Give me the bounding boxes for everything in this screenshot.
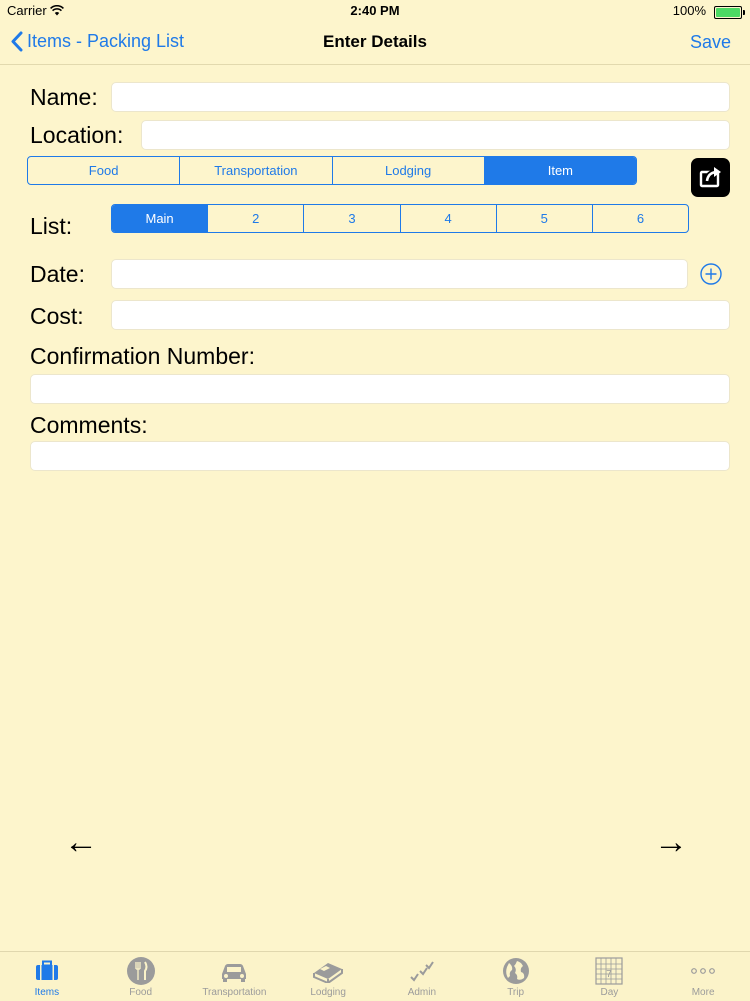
tab-label: Transportation — [202, 987, 267, 998]
previous-arrow-button[interactable]: ← — [64, 823, 98, 862]
car-icon — [219, 956, 249, 986]
list-segmented-control: Main 2 3 4 5 6 — [111, 204, 689, 233]
share-icon — [699, 167, 721, 188]
list-segment-3[interactable]: 3 — [303, 205, 399, 232]
category-segment-item[interactable]: Item — [483, 157, 636, 184]
tab-lodging[interactable]: Lodging — [281, 952, 375, 1001]
globe-icon — [501, 956, 531, 986]
tab-label: Trip — [507, 987, 525, 998]
add-date-button[interactable] — [700, 263, 722, 285]
fork-knife-icon — [126, 956, 156, 986]
bed-icon — [312, 956, 344, 986]
tab-day[interactable]: 7 Day — [563, 952, 657, 1001]
svg-text:7: 7 — [607, 969, 613, 980]
save-button[interactable]: Save — [690, 32, 731, 53]
tab-trip[interactable]: Trip — [469, 952, 563, 1001]
name-field[interactable] — [111, 82, 730, 112]
name-label: Name: — [30, 84, 98, 110]
navigation-bar: Items - Packing List Enter Details Save — [0, 22, 750, 65]
confirmation-number-field[interactable] — [30, 374, 730, 404]
battery-icon — [714, 6, 745, 19]
list-segment-5[interactable]: 5 — [495, 205, 592, 232]
category-segment-food[interactable]: Food — [28, 157, 179, 184]
category-segment-lodging[interactable]: Lodging — [331, 157, 484, 184]
tab-admin[interactable]: Admin — [375, 952, 469, 1001]
tab-food[interactable]: Food — [94, 952, 188, 1001]
checkmarks-icon — [408, 956, 436, 986]
list-label: List: — [30, 213, 73, 239]
location-label: Location: — [30, 122, 124, 148]
plus-circle-icon — [700, 263, 722, 285]
page-title: Enter Details — [323, 32, 427, 51]
tab-transportation[interactable]: Transportation — [188, 952, 282, 1001]
comments-label: Comments: — [30, 412, 148, 438]
cost-label: Cost: — [30, 303, 84, 329]
list-segment-6[interactable]: 6 — [591, 205, 688, 232]
category-segment-transportation[interactable]: Transportation — [179, 157, 331, 184]
more-dots-icon — [690, 956, 716, 986]
date-field[interactable] — [111, 259, 688, 289]
list-segment-main[interactable]: Main — [112, 205, 208, 232]
calendar-icon: 7 — [595, 956, 623, 986]
tab-label: Lodging — [310, 987, 346, 998]
comments-field[interactable] — [30, 441, 730, 471]
location-field[interactable] — [141, 120, 730, 150]
list-segment-2[interactable]: 2 — [207, 205, 303, 232]
list-segment-4[interactable]: 4 — [399, 205, 496, 232]
tab-label: More — [691, 987, 715, 998]
tab-bar: Items Food Transportation Lodging Admin Trip 7… — [0, 951, 750, 1001]
tab-more[interactable]: More — [656, 952, 750, 1001]
confirmation-number-label: Confirmation Number: — [30, 343, 255, 369]
next-arrow-button[interactable]: → — [654, 823, 688, 862]
status-bar: Carrier 2:40 PM 100% — [0, 0, 750, 22]
share-button[interactable] — [691, 158, 730, 197]
cost-field[interactable] — [111, 300, 730, 330]
suitcase-icon — [35, 956, 59, 986]
tab-label: Food — [129, 987, 153, 998]
date-label: Date: — [30, 261, 85, 287]
clock: 2:40 PM — [350, 3, 400, 18]
tab-label: Day — [600, 987, 619, 998]
tab-label: Admin — [407, 987, 437, 998]
battery-percent: 100% — [672, 3, 706, 18]
category-segmented-control: Food Transportation Lodging Item — [27, 156, 637, 185]
tab-items[interactable]: Items — [0, 952, 94, 1001]
tab-label: Items — [34, 987, 60, 998]
